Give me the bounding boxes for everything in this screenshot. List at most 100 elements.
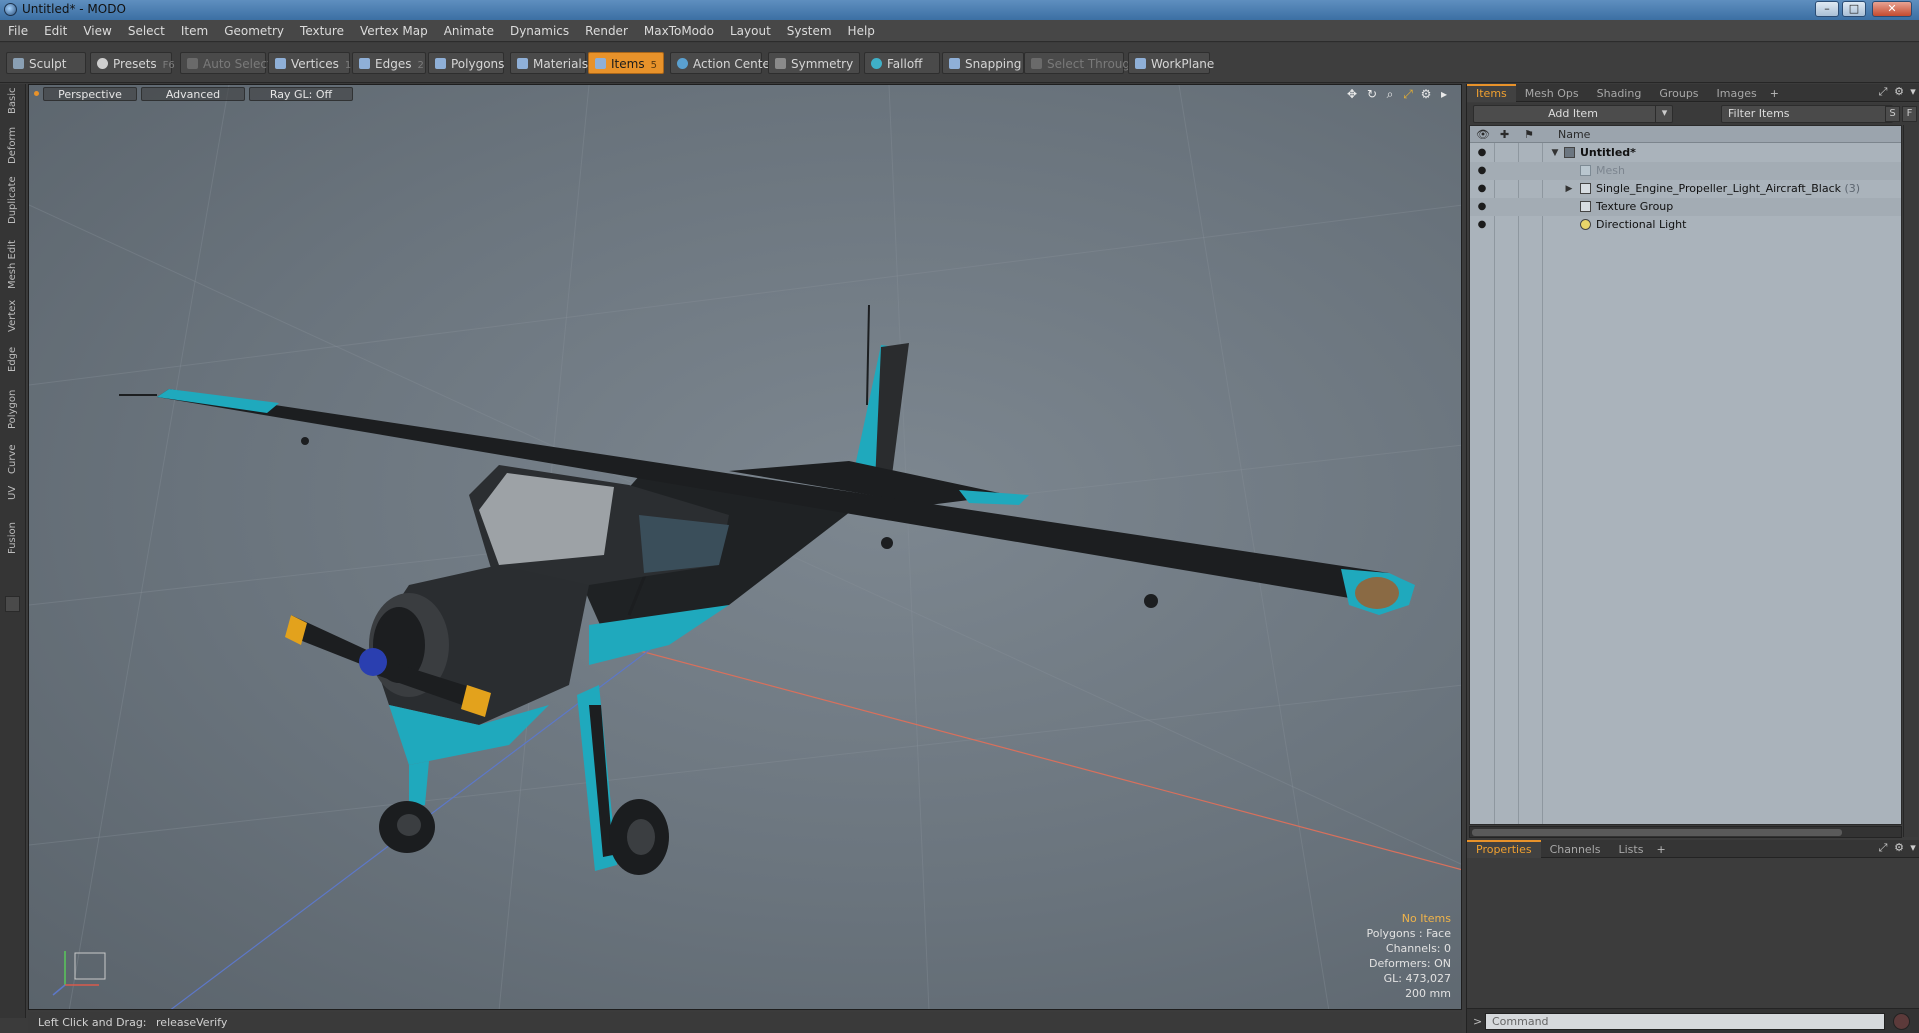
fit-icon[interactable]: ⤢ bbox=[1401, 87, 1415, 101]
tab-items[interactable]: Items bbox=[1467, 84, 1516, 102]
chevron-down-icon[interactable]: ▾ bbox=[1655, 105, 1673, 123]
tab-lists[interactable]: Lists bbox=[1610, 841, 1653, 859]
filter-f-button[interactable]: F bbox=[1902, 106, 1917, 122]
mesh-icon bbox=[1580, 165, 1591, 176]
lock-column-icon[interactable]: ✚ bbox=[1500, 128, 1509, 141]
toolbar: Sculpt Presets F6 Auto Select Vertices 1 E… bbox=[0, 43, 1919, 83]
pan-icon[interactable]: ✥ bbox=[1345, 87, 1359, 101]
eye-icon[interactable]: ● bbox=[1476, 219, 1488, 231]
rotate-icon[interactable]: ↻ bbox=[1365, 87, 1379, 101]
maximize-button[interactable]: □ bbox=[1842, 1, 1866, 17]
view-mode-dropdown[interactable]: Perspective bbox=[43, 87, 137, 101]
tree-row-aircraft[interactable]: ● ▶ Single_Engine_Propeller_Light_Aircra… bbox=[1470, 180, 1901, 198]
add-item-button[interactable]: Add Item bbox=[1473, 105, 1673, 123]
viewport-menu-arrow-icon[interactable]: ▸ bbox=[1437, 87, 1451, 101]
items-toolbar: Add Item ▾ Filter Items S F bbox=[1467, 103, 1919, 125]
render-column-icon[interactable]: ⚑ bbox=[1524, 128, 1534, 141]
menu-select[interactable]: Select bbox=[120, 20, 173, 42]
eye-icon[interactable]: ● bbox=[1476, 183, 1488, 195]
scene-icon bbox=[1564, 147, 1575, 158]
menu-maxtomodo[interactable]: MaxToModo bbox=[636, 20, 722, 42]
filter-items-input[interactable]: Filter Items bbox=[1721, 105, 1893, 123]
menu-layout[interactable]: Layout bbox=[722, 20, 779, 42]
snapping-button[interactable]: Snapping bbox=[942, 52, 1024, 74]
command-input[interactable]: Command bbox=[1485, 1013, 1885, 1030]
menu-render[interactable]: Render bbox=[577, 20, 636, 42]
tree-row-scene[interactable]: ● ▼ Untitled* bbox=[1470, 144, 1901, 162]
menu-animate[interactable]: Animate bbox=[436, 20, 502, 42]
panel-settings-icon[interactable]: ⚙ bbox=[1893, 86, 1905, 98]
collapse-arrow-icon[interactable]: ▶ bbox=[1564, 183, 1574, 195]
scene-canvas[interactable] bbox=[29, 85, 1462, 1010]
tab-shading[interactable]: Shading bbox=[1588, 85, 1651, 103]
panel-menu-icon[interactable]: ▾ bbox=[1907, 842, 1919, 854]
panel-settings-icon[interactable]: ⚙ bbox=[1893, 842, 1905, 854]
filter-s-button[interactable]: S bbox=[1885, 106, 1900, 122]
command-prompt-icon: > bbox=[1473, 1015, 1483, 1028]
items-button[interactable]: Items 5 bbox=[588, 52, 664, 74]
sculpt-button[interactable]: Sculpt bbox=[6, 52, 86, 74]
panel-vertical-scrollbar[interactable] bbox=[1903, 125, 1918, 837]
title-bar: Untitled* - MODO – □ ✕ bbox=[0, 0, 1919, 20]
zoom-icon[interactable]: ⌕ bbox=[1383, 87, 1397, 101]
vertices-button[interactable]: Vertices 1 bbox=[268, 52, 351, 74]
tree-row-mesh[interactable]: ● Mesh bbox=[1470, 162, 1901, 180]
tree-row-texture-group[interactable]: ● Texture Group bbox=[1470, 198, 1901, 216]
eye-icon[interactable]: ● bbox=[1476, 165, 1488, 177]
expand-panel-icon[interactable]: ⤢ bbox=[1877, 86, 1889, 98]
expand-panel-icon[interactable]: ⤢ bbox=[1877, 842, 1889, 854]
minimize-button[interactable]: – bbox=[1815, 1, 1839, 17]
tab-channels[interactable]: Channels bbox=[1541, 841, 1610, 859]
select-through-button[interactable]: Select Through bbox=[1024, 52, 1138, 74]
auto-select-button[interactable]: Auto Select bbox=[180, 52, 272, 74]
menu-system[interactable]: System bbox=[779, 20, 840, 42]
symmetry-button[interactable]: Symmetry bbox=[768, 52, 860, 74]
name-column-header[interactable]: Name bbox=[1558, 128, 1590, 141]
viewport-settings-icon[interactable]: ⚙ bbox=[1419, 87, 1433, 101]
menu-vertex-map[interactable]: Vertex Map bbox=[352, 20, 436, 42]
command-history-button[interactable] bbox=[1893, 1013, 1910, 1030]
collapse-tabs-button[interactable] bbox=[5, 596, 20, 612]
viewport-active-dot bbox=[34, 91, 39, 96]
window-title: Untitled* - MODO bbox=[22, 2, 126, 16]
add-tab-icon[interactable]: + bbox=[1766, 85, 1783, 103]
shading-dropdown[interactable]: Advanced bbox=[141, 87, 245, 101]
falloff-icon bbox=[871, 58, 882, 69]
raygl-toggle[interactable]: Ray GL: Off bbox=[249, 87, 353, 101]
menu-geometry[interactable]: Geometry bbox=[216, 20, 292, 42]
propeller-spinner bbox=[359, 648, 387, 676]
panel-menu-icon[interactable]: ▾ bbox=[1907, 86, 1919, 98]
falloff-button[interactable]: Falloff bbox=[864, 52, 940, 74]
tab-mesh-ops[interactable]: Mesh Ops bbox=[1516, 85, 1588, 103]
aircraft-model[interactable] bbox=[119, 304, 1415, 875]
menu-view[interactable]: View bbox=[75, 20, 119, 42]
tab-properties[interactable]: Properties bbox=[1467, 840, 1541, 858]
polygons-button[interactable]: Polygons bbox=[428, 52, 504, 74]
menu-item[interactable]: Item bbox=[173, 20, 216, 42]
add-tab-icon[interactable]: + bbox=[1652, 841, 1669, 859]
menu-dynamics[interactable]: Dynamics bbox=[502, 20, 577, 42]
tree-row-directional-light[interactable]: ● Directional Light bbox=[1470, 216, 1901, 234]
deformers-info: Deformers: ON bbox=[1369, 957, 1451, 970]
visibility-column-icon[interactable]: 👁 bbox=[1476, 128, 1490, 141]
channels-info: Channels: 0 bbox=[1385, 942, 1451, 955]
material-icon bbox=[517, 58, 528, 69]
workplane-button[interactable]: WorkPlane bbox=[1128, 52, 1214, 74]
menu-help[interactable]: Help bbox=[840, 20, 883, 42]
expand-arrow-icon[interactable]: ▼ bbox=[1550, 147, 1560, 159]
eye-icon[interactable]: ● bbox=[1476, 147, 1488, 159]
tree-horizontal-scrollbar[interactable] bbox=[1469, 826, 1902, 838]
menu-file[interactable]: File bbox=[0, 20, 36, 42]
menu-texture[interactable]: Texture bbox=[292, 20, 352, 42]
eye-icon[interactable]: ● bbox=[1476, 201, 1488, 213]
tab-groups[interactable]: Groups bbox=[1650, 85, 1707, 103]
materials-button[interactable]: Materials bbox=[510, 52, 588, 74]
3d-viewport[interactable]: Perspective Advanced Ray GL: Off ✥ ↻ ⌕ ⤢… bbox=[28, 84, 1462, 1010]
item-icon bbox=[595, 58, 606, 69]
action-center-button[interactable]: Action Center bbox=[670, 52, 775, 74]
menu-edit[interactable]: Edit bbox=[36, 20, 75, 42]
tab-images[interactable]: Images bbox=[1708, 85, 1766, 103]
presets-button[interactable]: Presets F6 bbox=[90, 52, 175, 74]
edges-button[interactable]: Edges 2 bbox=[352, 52, 426, 74]
close-button[interactable]: ✕ bbox=[1872, 1, 1912, 17]
